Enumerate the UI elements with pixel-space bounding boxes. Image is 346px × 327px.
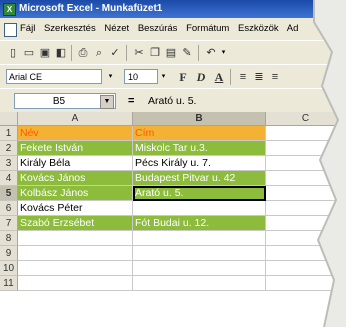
excel-window: X Microsoft Excel - Munkafüzet1 Fájl Sze… xyxy=(0,0,346,327)
torn-edge-decoration xyxy=(313,0,346,327)
